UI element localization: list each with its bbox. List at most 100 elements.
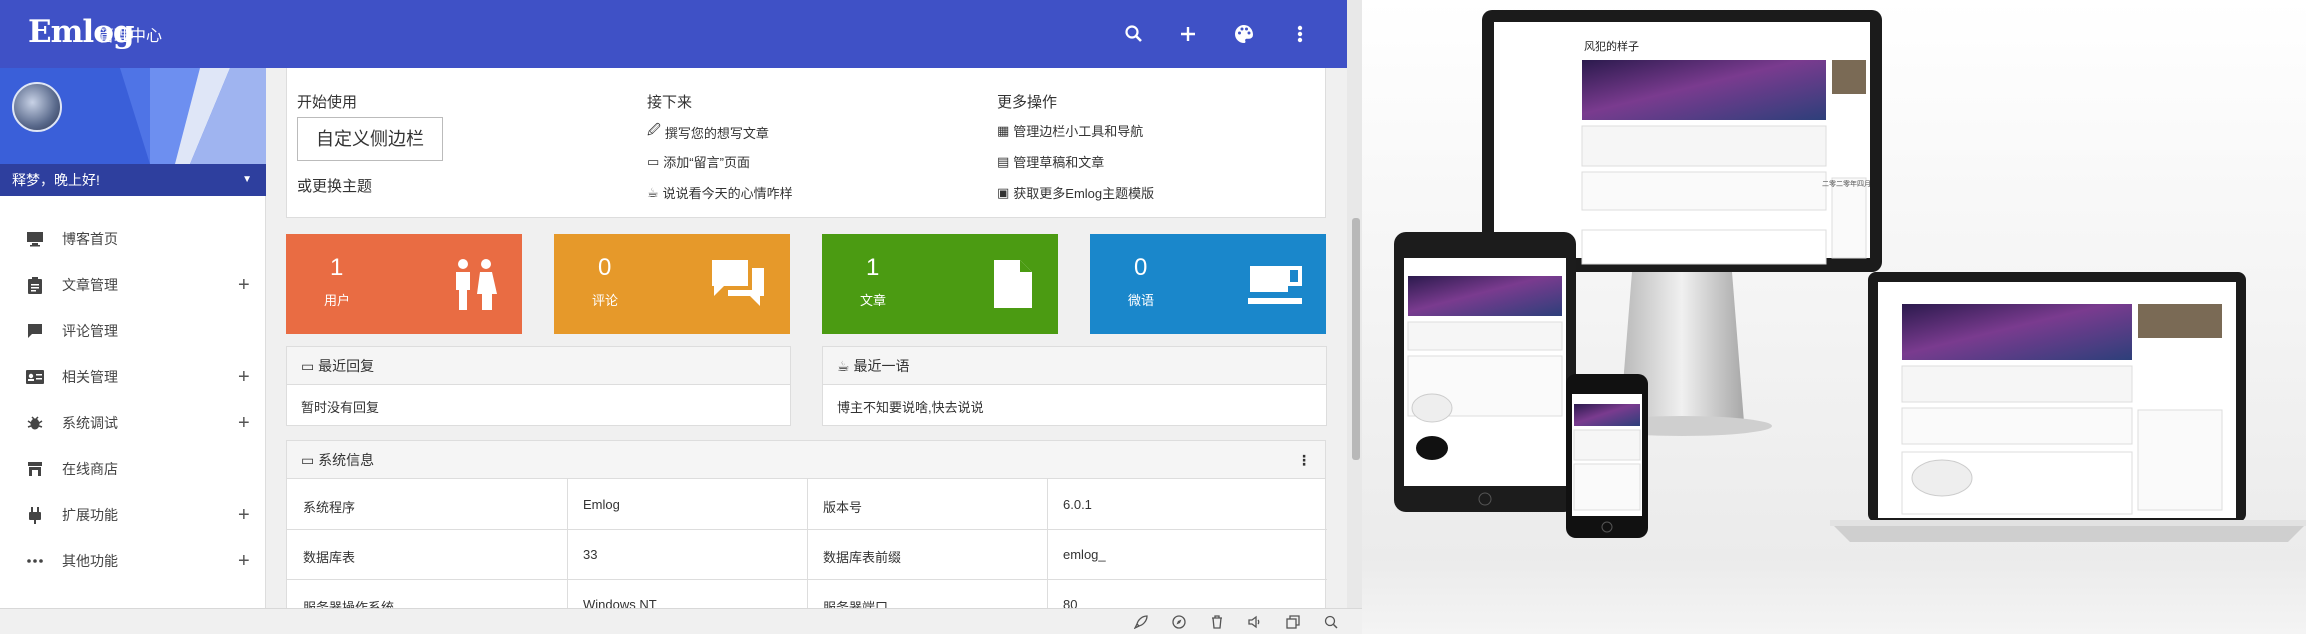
expand-plus-icon[interactable]: + <box>238 412 250 435</box>
expand-plus-icon[interactable]: + <box>238 504 250 527</box>
write-article-link[interactable]: 🖉 撰写您的想写文章 <box>647 121 769 143</box>
stat-card-comments[interactable]: 0 评论 <box>554 234 790 334</box>
sidebar-item-label: 评论管理 <box>62 323 118 339</box>
stat-card-users[interactable]: 1 用户 <box>286 234 522 334</box>
divider <box>567 479 568 608</box>
sidebar-item-label: 其他功能 <box>62 553 118 569</box>
panel-title: 系统信息 <box>318 452 375 468</box>
table-cell: 服务器操作系统 <box>303 600 395 608</box>
stat-card-articles[interactable]: 1 文章 <box>822 234 1058 334</box>
next-steps-title: 接下来 <box>647 94 693 111</box>
more-vertical-icon[interactable] <box>1284 18 1316 50</box>
sidebar-item-extensions[interactable]: 扩展功能 + <box>0 492 266 538</box>
device-mockup-illustration: 风犯的样子 二零二零年四月 <box>1394 10 2306 542</box>
cup-icon <box>1248 258 1302 315</box>
table-cell: 6.0.1 <box>1063 497 1092 512</box>
store-icon <box>26 460 44 478</box>
sidebar-item-home[interactable]: 博客首页 <box>0 216 266 262</box>
plus-icon[interactable] <box>1172 18 1204 50</box>
newspaper-icon: ▤ <box>997 153 1010 169</box>
panel-title: 最近回复 <box>318 358 375 374</box>
file-icon <box>992 258 1034 315</box>
compass-icon[interactable] <box>1170 613 1188 631</box>
stat-value: 0 <box>1134 254 1148 281</box>
search-icon[interactable] <box>1118 18 1150 50</box>
manage-drafts-link[interactable]: ▤ 管理草稿和文章 <box>997 152 1104 171</box>
top-bar: Emlog 管理中心 <box>0 0 1347 68</box>
table-cell: 80 <box>1063 597 1078 608</box>
table-cell: 33 <box>583 547 598 562</box>
comments-icon <box>710 258 766 315</box>
laptop-device <box>1830 272 2306 542</box>
table-cell: 服务器端口 <box>823 600 889 608</box>
search-icon[interactable] <box>1322 613 1340 631</box>
rocket-icon[interactable] <box>1132 613 1150 631</box>
monitor-outline-icon: ▭ <box>301 452 315 468</box>
sidebar-item-comments[interactable]: 评论管理 <box>0 308 266 354</box>
dots-icon <box>26 552 44 570</box>
divider <box>1047 479 1048 608</box>
customize-sidebar-button[interactable]: 自定义侧边栏 <box>297 117 443 161</box>
table-cell: 版本号 <box>823 500 863 515</box>
expand-plus-icon[interactable]: + <box>238 366 250 389</box>
panel-body-text: 暂时没有回复 <box>301 400 380 415</box>
clipboard-icon <box>26 276 44 294</box>
expand-plus-icon[interactable]: + <box>238 274 250 297</box>
admin-window: Emlog 管理中心 释梦，晚上好! ▼ 博客首页 文章管理 + 评论管理 相关… <box>0 0 1362 634</box>
panel-menu-icon[interactable]: ⋮ <box>1297 441 1311 479</box>
sidebar-item-label: 相关管理 <box>62 369 118 385</box>
trash-icon[interactable] <box>1208 613 1226 631</box>
table-cell: emlog_ <box>1063 547 1106 562</box>
stat-label: 用户 <box>324 293 351 308</box>
panel-header: ▭ 系统信息 ⋮ <box>287 441 1325 479</box>
stat-label: 评论 <box>592 293 619 308</box>
stat-value: 1 <box>866 254 880 281</box>
panel-header: ▭ 最近回复 <box>287 347 790 385</box>
plugin-icon <box>26 506 44 524</box>
palette-icon[interactable] <box>1228 18 1260 50</box>
panel-body-text: 博主不知要说啥,快去说说 <box>837 400 984 415</box>
get-themes-link[interactable]: ▣ 获取更多Emlog主题模版 <box>997 183 1154 202</box>
table-cell: 数据库表 <box>303 550 356 565</box>
cup-small-icon: ☕ <box>647 184 659 200</box>
post-twitter-link[interactable]: ☕ 说说看今天的心情咋样 <box>647 183 793 202</box>
sidebar-item-store[interactable]: 在线商店 <box>0 446 266 492</box>
phone-device <box>1566 374 1648 538</box>
recent-twitter-panel: ☕ 最近一语 博主不知要说啥,快去说说 <box>822 346 1327 426</box>
table-cell: 系统程序 <box>303 500 356 515</box>
sysinfo-panel: ▭ 系统信息 ⋮ 系统程序 Emlog 版本号 6.0.1 数据库表 33 数据… <box>286 440 1327 608</box>
sidebar-item-debug[interactable]: 系统调试 + <box>0 400 266 446</box>
recent-replies-panel: ▭ 最近回复 暂时没有回复 <box>286 346 791 426</box>
table-cell: Emlog <box>583 497 620 512</box>
comment-icon <box>26 322 44 340</box>
responsive-theme-showcase: 风犯的样子 二零二零年四月 <box>1362 0 2306 634</box>
caret-down-icon[interactable]: ▼ <box>242 164 252 196</box>
copy-icon[interactable] <box>1284 613 1302 631</box>
stat-label: 微语 <box>1128 293 1155 308</box>
edit-icon: 🖉 <box>647 122 661 137</box>
add-guestbook-link[interactable]: ▭ 添加“留言”页面 <box>647 152 750 171</box>
table-cell: 数据库表前缀 <box>823 550 902 565</box>
sidebar-item-articles[interactable]: 文章管理 + <box>0 262 266 308</box>
expand-plus-icon[interactable]: + <box>238 550 250 573</box>
sidebar-item-label: 扩展功能 <box>62 507 118 523</box>
profile-header: 释梦，晚上好! ▼ <box>0 68 266 196</box>
monitor-icon <box>26 230 44 248</box>
stat-card-twitter[interactable]: 0 微语 <box>1090 234 1326 334</box>
change-theme-link[interactable]: 或更换主题 <box>297 175 372 196</box>
scrollbar-thumb[interactable] <box>1352 218 1360 460</box>
sidebar-item-related[interactable]: 相关管理 + <box>0 354 266 400</box>
brand-subtitle: 管理中心 <box>98 28 163 45</box>
sidebar-item-other[interactable]: 其他功能 + <box>0 538 266 584</box>
avatar[interactable] <box>12 82 62 132</box>
manage-widgets-link[interactable]: ▦ 管理边栏小工具和导航 <box>997 121 1143 140</box>
panel-header: ☕ 最近一语 <box>823 347 1326 385</box>
cup-small-icon: ☕ <box>837 358 850 374</box>
tablet-device <box>1394 232 1576 512</box>
bug-icon <box>26 414 44 432</box>
quickstart-title: 开始使用 <box>297 94 358 111</box>
showcase-calendar-title: 二零二零年四月 <box>1822 179 1871 188</box>
user-greeting[interactable]: 释梦，晚上好! ▼ <box>0 164 266 196</box>
stat-label: 文章 <box>860 293 887 308</box>
volume-icon[interactable] <box>1246 613 1264 631</box>
